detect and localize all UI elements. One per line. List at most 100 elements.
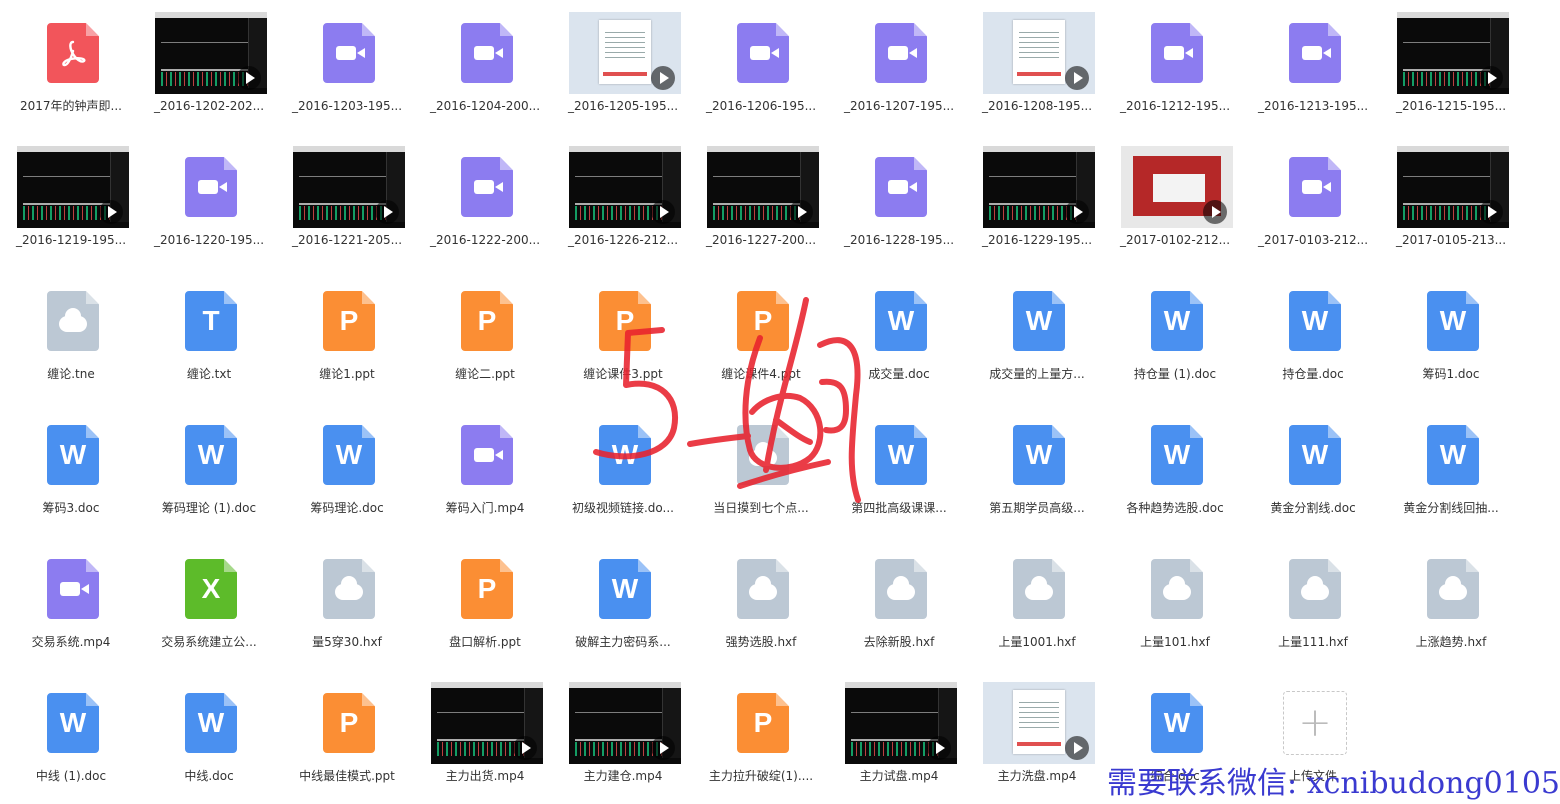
file-item[interactable]: _2016-1208-195...	[968, 0, 1106, 134]
file-item[interactable]: P 主力拉升破绽(1)....	[692, 670, 830, 804]
file-item[interactable]: _2016-1212-195...	[1106, 0, 1244, 134]
file-item[interactable]: W 破解主力密码系...	[554, 536, 692, 670]
file-item[interactable]: W 成交量的上量方...	[968, 268, 1106, 402]
file-item[interactable]: 2017年的钟声即...	[2, 0, 140, 134]
file-item[interactable]: 主力出货.mp4	[416, 670, 554, 804]
file-thumbnail: W	[845, 280, 957, 362]
file-item[interactable]: _2016-1219-195...	[2, 134, 140, 268]
file-thumbnail	[845, 548, 957, 630]
file-thumbnail	[569, 682, 681, 764]
file-item[interactable]: 主力洗盘.mp4	[968, 670, 1106, 804]
file-item[interactable]: _2016-1222-200...	[416, 134, 554, 268]
video-preview-thumbnail	[293, 146, 405, 228]
video-file-icon	[461, 157, 513, 217]
file-item[interactable]: _2016-1203-195...	[278, 0, 416, 134]
file-item[interactable]: W 筹码理论 (1).doc	[140, 402, 278, 536]
file-item[interactable]: W 持仓量 (1).doc	[1106, 268, 1244, 402]
file-name: 缠论课件4.ppt	[721, 367, 801, 381]
file-item[interactable]: P 缠论课件3.ppt	[554, 268, 692, 402]
file-item[interactable]: P 缠论课件4.ppt	[692, 268, 830, 402]
file-item[interactable]: W 黄金分割线回抽...	[1382, 402, 1520, 536]
file-item[interactable]: W 第五期学员高级...	[968, 402, 1106, 536]
file-name: 筹码3.doc	[42, 501, 100, 515]
cloud-file-icon	[1427, 559, 1479, 619]
file-item[interactable]: W 各种趋势选股.doc	[1106, 402, 1244, 536]
file-thumbnail	[845, 146, 957, 228]
cloud-icon	[1301, 576, 1329, 600]
file-item[interactable]: 上量111.hxf	[1244, 536, 1382, 670]
file-thumbnail	[569, 146, 681, 228]
video-file-icon	[1289, 23, 1341, 83]
file-item[interactable]: W 筹码3.doc	[2, 402, 140, 536]
file-item[interactable]: _2016-1205-195...	[554, 0, 692, 134]
file-item[interactable]: _2016-1228-195...	[830, 134, 968, 268]
play-icon	[99, 200, 123, 224]
file-item[interactable]: 当日摸到七个点...	[692, 402, 830, 536]
file-thumbnail	[155, 146, 267, 228]
video-preview-thumbnail	[569, 682, 681, 764]
file-item[interactable]: 量5穿30.hxf	[278, 536, 416, 670]
file-item[interactable]: P 缠论1.ppt	[278, 268, 416, 402]
file-item[interactable]: 上涨趋势.hxf	[1382, 536, 1520, 670]
file-item[interactable]: _2017-0102-212...	[1106, 134, 1244, 268]
video-preview-thumbnail	[431, 682, 543, 764]
file-item[interactable]: P 盘口解析.ppt	[416, 536, 554, 670]
file-type-letter: W	[59, 439, 87, 470]
file-item[interactable]: _2017-0105-213...	[1382, 134, 1520, 268]
play-icon	[513, 736, 537, 760]
file-thumbnail: P	[293, 280, 405, 362]
file-type-letter: W	[1025, 439, 1053, 470]
file-item[interactable]: _2016-1226-212...	[554, 134, 692, 268]
file-name: _2017-0105-213...	[1395, 233, 1507, 247]
file-item[interactable]: P 缠论二.ppt	[416, 268, 554, 402]
file-name: 筹码1.doc	[1422, 367, 1480, 381]
file-item[interactable]: 强势选股.hxf	[692, 536, 830, 670]
file-item[interactable]: 缠论.tne	[2, 268, 140, 402]
word-file-icon: W	[1013, 291, 1065, 351]
file-item[interactable]: 主力建仓.mp4	[554, 670, 692, 804]
file-item[interactable]: _2016-1202-202...	[140, 0, 278, 134]
file-item[interactable]: X 交易系统建立公...	[140, 536, 278, 670]
file-item[interactable]: _2016-1215-195...	[1382, 0, 1520, 134]
file-thumbnail	[707, 12, 819, 94]
file-name: 成交量的上量方...	[989, 367, 1085, 381]
file-item[interactable]: W 筹码1.doc	[1382, 268, 1520, 402]
file-name: 主力出货.mp4	[445, 769, 525, 783]
play-icon	[237, 66, 261, 90]
file-item[interactable]: _2016-1227-200...	[692, 134, 830, 268]
file-item[interactable]: _2017-0103-212...	[1244, 134, 1382, 268]
file-item[interactable]: _2016-1229-195...	[968, 134, 1106, 268]
file-item[interactable]: 主力试盘.mp4	[830, 670, 968, 804]
file-item[interactable]: 筹码入门.mp4	[416, 402, 554, 536]
file-item[interactable]: _2016-1206-195...	[692, 0, 830, 134]
file-item[interactable]: 上量101.hxf	[1106, 536, 1244, 670]
file-item[interactable]: T 缠论.txt	[140, 268, 278, 402]
file-item[interactable]: 上量1001.hxf	[968, 536, 1106, 670]
file-item[interactable]: W 中线 (1).doc	[2, 670, 140, 804]
file-item[interactable]: 交易系统.mp4	[2, 536, 140, 670]
file-item[interactable]: W 中线.doc	[140, 670, 278, 804]
cloud-icon	[1163, 576, 1191, 600]
file-name: 成交量.doc	[868, 367, 930, 381]
file-item[interactable]: W 筹码理论.doc	[278, 402, 416, 536]
file-item[interactable]: _2016-1220-195...	[140, 134, 278, 268]
file-item[interactable]: P 中线最佳模式.ppt	[278, 670, 416, 804]
cloud-icon	[335, 576, 363, 600]
file-item[interactable]: W 成交量.doc	[830, 268, 968, 402]
file-thumbnail: P	[569, 280, 681, 362]
file-item[interactable]: _2016-1213-195...	[1244, 0, 1382, 134]
file-item[interactable]: 去除新股.hxf	[830, 536, 968, 670]
file-thumbnail: W	[1397, 414, 1509, 496]
file-item[interactable]: W 黄金分割线.doc	[1244, 402, 1382, 536]
file-thumbnail	[845, 682, 957, 764]
file-item[interactable]: _2016-1204-200...	[416, 0, 554, 134]
file-item[interactable]: _2016-1221-205...	[278, 134, 416, 268]
file-item[interactable]: W 初级视频链接.do...	[554, 402, 692, 536]
file-item[interactable]: W 持仓量.doc	[1244, 268, 1382, 402]
file-item[interactable]: W 第四批高级课课...	[830, 402, 968, 536]
word-file-icon: W	[1427, 425, 1479, 485]
video-file-icon	[461, 23, 513, 83]
file-thumbnail	[431, 146, 543, 228]
file-thumbnail: X	[155, 548, 267, 630]
file-item[interactable]: _2016-1207-195...	[830, 0, 968, 134]
